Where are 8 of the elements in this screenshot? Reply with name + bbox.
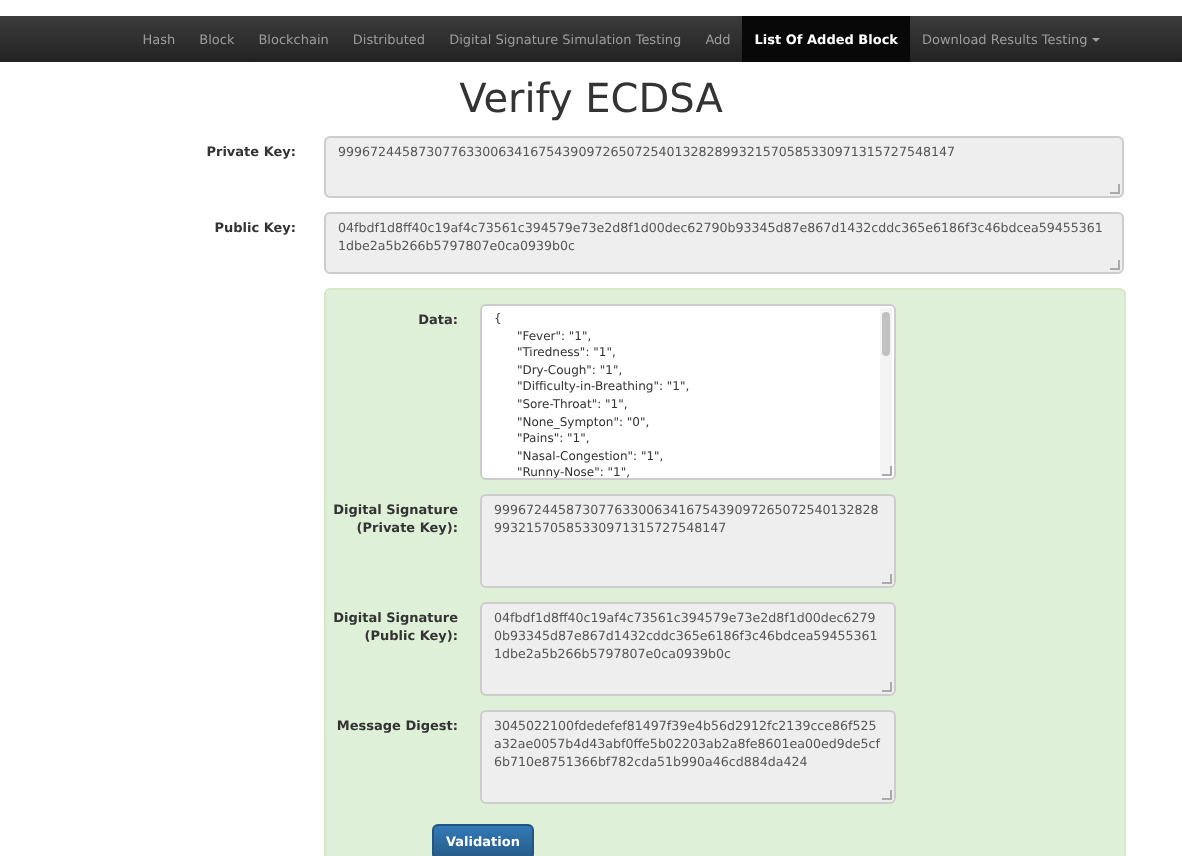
resize-handle-icon[interactable] [882, 682, 892, 692]
resize-handle-icon[interactable] [882, 466, 892, 476]
scrollbar[interactable] [880, 308, 892, 476]
resize-handle-icon[interactable] [1110, 184, 1120, 194]
resize-handle-icon[interactable] [1110, 260, 1120, 270]
resize-handle-icon[interactable] [882, 574, 892, 584]
resize-handle-icon[interactable] [882, 790, 892, 800]
page-title: Verify ECDSA [457, 72, 725, 124]
